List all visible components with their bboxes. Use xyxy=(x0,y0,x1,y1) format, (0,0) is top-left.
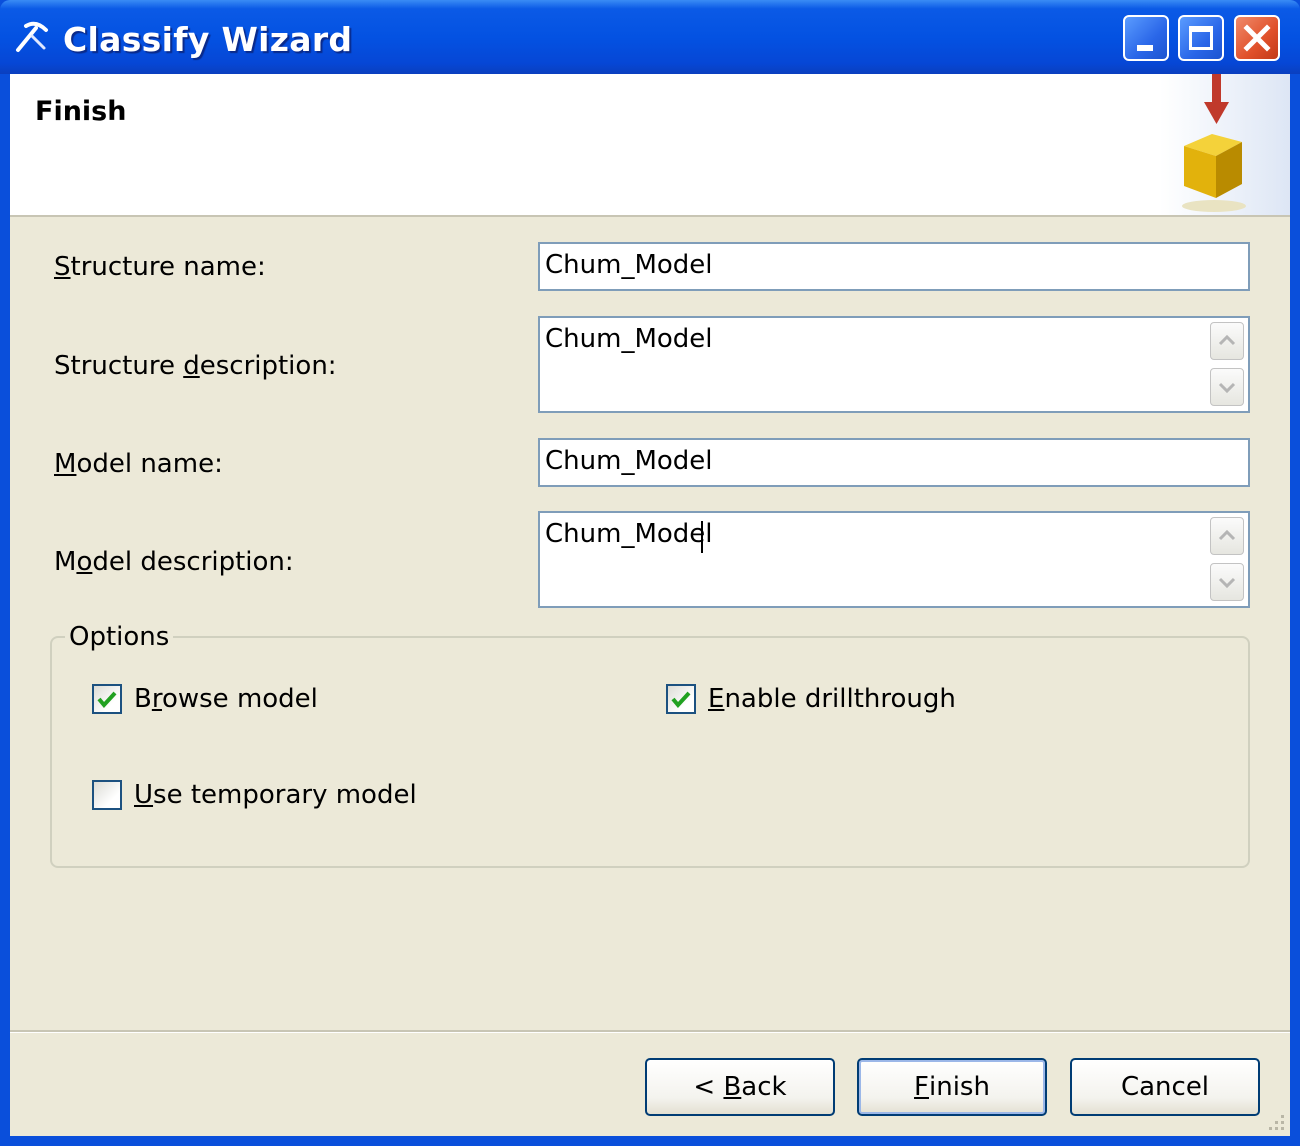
button-label-part: inish xyxy=(929,1072,990,1102)
browse-model-box[interactable] xyxy=(92,684,122,714)
wizard-header: Finish xyxy=(10,74,1290,217)
button-access-key: F xyxy=(914,1072,929,1102)
scroll-up-button[interactable] xyxy=(1210,517,1244,555)
label-part: odel name: xyxy=(76,449,223,479)
close-button[interactable] xyxy=(1234,15,1280,61)
label-part: del description: xyxy=(92,547,294,577)
structure-description-scrollbar[interactable] xyxy=(1210,322,1244,414)
model-description-textarea[interactable]: Chum_Model xyxy=(538,511,1250,608)
enable-drillthrough-box[interactable] xyxy=(666,684,696,714)
close-icon xyxy=(1243,24,1271,52)
scroll-up-icon xyxy=(1218,334,1236,346)
window-title: Classify Wizard xyxy=(63,20,353,59)
model-description-value: Chum_Model xyxy=(545,519,713,549)
button-label-part: < xyxy=(693,1072,724,1102)
text-cursor xyxy=(701,521,703,553)
use-temporary-model-checkbox[interactable]: Use temporary model xyxy=(92,780,417,810)
scroll-down-button[interactable] xyxy=(1210,563,1244,601)
mining-model-cube-icon xyxy=(1160,74,1290,215)
model-name-label: Model name: xyxy=(54,449,223,479)
model-description-scrollbar[interactable] xyxy=(1210,517,1244,609)
page-title: Finish xyxy=(35,96,127,127)
wizard-client-area: Finish Structure name: Chum_Model Struct… xyxy=(10,74,1290,1136)
structure-description-value: Chum_Model xyxy=(545,324,713,354)
options-groupbox xyxy=(50,636,1250,868)
checkmark-icon xyxy=(671,691,691,709)
button-access-key: B xyxy=(723,1072,742,1102)
structure-description-label: Structure description: xyxy=(54,351,337,381)
cancel-button[interactable]: Cancel xyxy=(1070,1058,1260,1116)
wizard-app-icon xyxy=(16,21,48,52)
model-description-label: Model description: xyxy=(54,547,294,577)
minimize-button[interactable] xyxy=(1123,15,1169,61)
label-access-key: r xyxy=(151,684,162,714)
maximize-button[interactable] xyxy=(1178,15,1224,61)
label-part: tructure name: xyxy=(70,252,266,282)
label-access-key: S xyxy=(54,252,71,282)
structure-description-textarea[interactable]: Chum_Model xyxy=(538,316,1250,413)
enable-drillthrough-checkbox[interactable]: Enable drillthrough xyxy=(666,684,956,714)
title-bar[interactable]: Classify Wizard xyxy=(0,0,1300,74)
label-part: escription: xyxy=(199,351,337,381)
label-access-key: d xyxy=(183,351,200,381)
options-group-title: Options xyxy=(65,622,174,652)
label-part: B xyxy=(134,684,152,714)
label-access-key: U xyxy=(134,780,154,810)
structure-name-value: Chum_Model xyxy=(545,250,713,280)
back-button[interactable]: < Back xyxy=(645,1058,835,1116)
browse-model-checkbox[interactable]: Browse model xyxy=(92,684,318,714)
enable-drillthrough-label: Enable drillthrough xyxy=(708,684,956,714)
resize-grip-icon[interactable] xyxy=(1264,1110,1286,1132)
scroll-down-icon xyxy=(1218,382,1236,394)
label-access-key: M xyxy=(54,449,77,479)
model-name-value: Chum_Model xyxy=(545,446,713,476)
classify-wizard-window: Classify Wizard Finish Structure name: C… xyxy=(0,0,1300,1146)
use-temporary-model-label: Use temporary model xyxy=(134,780,417,810)
model-name-input[interactable]: Chum_Model xyxy=(538,438,1250,487)
checkmark-icon xyxy=(97,691,117,709)
label-part: Structure xyxy=(54,351,184,381)
label-part: M xyxy=(54,547,77,577)
label-access-key: E xyxy=(708,684,725,714)
scroll-up-icon xyxy=(1218,529,1236,541)
scroll-up-button[interactable] xyxy=(1210,322,1244,360)
label-part: owse model xyxy=(161,684,318,714)
finish-button[interactable]: Finish xyxy=(857,1058,1047,1116)
button-label-part: ack xyxy=(741,1072,787,1102)
maximize-icon xyxy=(1189,26,1213,50)
label-access-key: o xyxy=(76,547,93,577)
minimize-icon xyxy=(1137,45,1153,51)
use-temporary-model-box[interactable] xyxy=(92,780,122,810)
structure-name-input[interactable]: Chum_Model xyxy=(538,242,1250,291)
footer-divider xyxy=(10,1030,1290,1033)
scroll-down-button[interactable] xyxy=(1210,368,1244,406)
label-part: se temporary model xyxy=(153,780,417,810)
structure-name-label: Structure name: xyxy=(54,252,266,282)
scroll-down-icon xyxy=(1218,577,1236,589)
label-part: nable drillthrough xyxy=(724,684,956,714)
browse-model-label: Browse model xyxy=(134,684,318,714)
